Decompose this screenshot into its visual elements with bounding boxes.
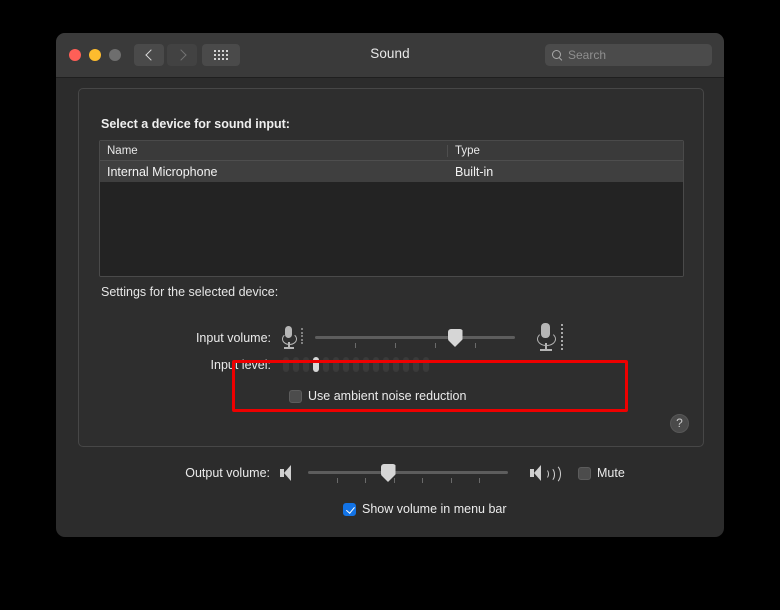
input-volume-label: Input volume: (195, 331, 271, 345)
checkbox-box[interactable] (343, 502, 356, 516)
input-level-segment (363, 357, 369, 372)
input-level-segment (423, 357, 429, 372)
checkbox-box[interactable] (578, 466, 591, 480)
slider-tick (365, 478, 367, 483)
settings-for-device-label: Settings for the selected device: (101, 285, 279, 299)
ambient-noise-reduction-checkbox[interactable]: Use ambient noise reduction (289, 389, 466, 403)
select-device-label: Select a device for sound input: (101, 117, 290, 131)
mute-checkbox[interactable]: Mute (578, 466, 625, 480)
device-name-cell: Internal Microphone (107, 164, 218, 179)
device-type-cell: Built-in (455, 164, 494, 179)
search-field[interactable]: Search (545, 44, 712, 66)
table-row[interactable]: Internal Microphone Built-in (100, 161, 683, 182)
slider-tick (355, 343, 356, 348)
input-level-row: Input level: (101, 357, 681, 372)
input-level-segment (313, 357, 319, 372)
mute-label: Mute (597, 466, 625, 480)
slider-tick (450, 478, 452, 483)
show-volume-in-menu-bar-checkbox[interactable]: Show volume in menu bar (343, 502, 507, 516)
show-volume-in-menu-bar-label: Show volume in menu bar (362, 502, 507, 516)
slider-tick (435, 343, 436, 348)
output-volume-track (308, 471, 508, 474)
speaker-loud-icon (530, 464, 564, 484)
input-level-segment (343, 357, 349, 372)
input-level-segment (403, 357, 409, 372)
slider-tick (395, 343, 396, 348)
slider-tick (422, 478, 424, 483)
input-volume-ticks (315, 343, 515, 349)
input-level-segment (373, 357, 379, 372)
device-table[interactable]: Name Type Internal Microphone Built-in (99, 140, 684, 277)
ambient-noise-reduction-label: Use ambient noise reduction (308, 389, 467, 403)
input-level-segment (413, 357, 419, 372)
output-volume-row: Output volume: Mute (78, 460, 702, 486)
input-level-segment (383, 357, 389, 372)
window-titlebar: Sound Search (56, 33, 724, 78)
table-header-row: Name Type (100, 141, 683, 161)
input-settings-pane: Select a device for sound input: Name Ty… (78, 88, 704, 447)
output-volume-ticks (308, 478, 508, 484)
input-volume-slider[interactable] (315, 325, 515, 351)
microphone-small-icon (281, 325, 303, 351)
speaker-mute-icon (280, 464, 296, 482)
input-level-segment (323, 357, 329, 372)
input-level-segment (293, 357, 299, 372)
slider-tick (393, 478, 395, 483)
input-level-label: Input level: (210, 357, 271, 372)
slider-tick (479, 478, 481, 483)
table-empty-area (100, 182, 683, 276)
input-level-segment (353, 357, 359, 372)
search-placeholder: Search (568, 48, 607, 62)
input-level-segment (283, 357, 289, 372)
input-volume-track (315, 336, 515, 339)
column-header-type: Type (455, 144, 480, 157)
sound-preferences-window: Sound Search Sound Effects Output Input … (56, 33, 724, 537)
input-level-segment (333, 357, 339, 372)
column-header-name: Name (100, 144, 448, 157)
input-level-meter (283, 357, 429, 372)
help-button[interactable]: ? (670, 414, 689, 433)
microphone-large-icon (537, 322, 563, 354)
slider-tick (475, 343, 476, 348)
search-icon (552, 49, 563, 61)
checkbox-box[interactable] (289, 389, 302, 403)
slider-tick (336, 478, 338, 483)
screen: Sound Search Sound Effects Output Input … (0, 0, 780, 610)
input-level-segment (303, 357, 309, 372)
output-volume-label: Output volume: (185, 466, 270, 480)
input-volume-row: Input volume: (101, 322, 681, 354)
output-volume-slider[interactable] (308, 460, 508, 486)
input-level-segment (393, 357, 399, 372)
